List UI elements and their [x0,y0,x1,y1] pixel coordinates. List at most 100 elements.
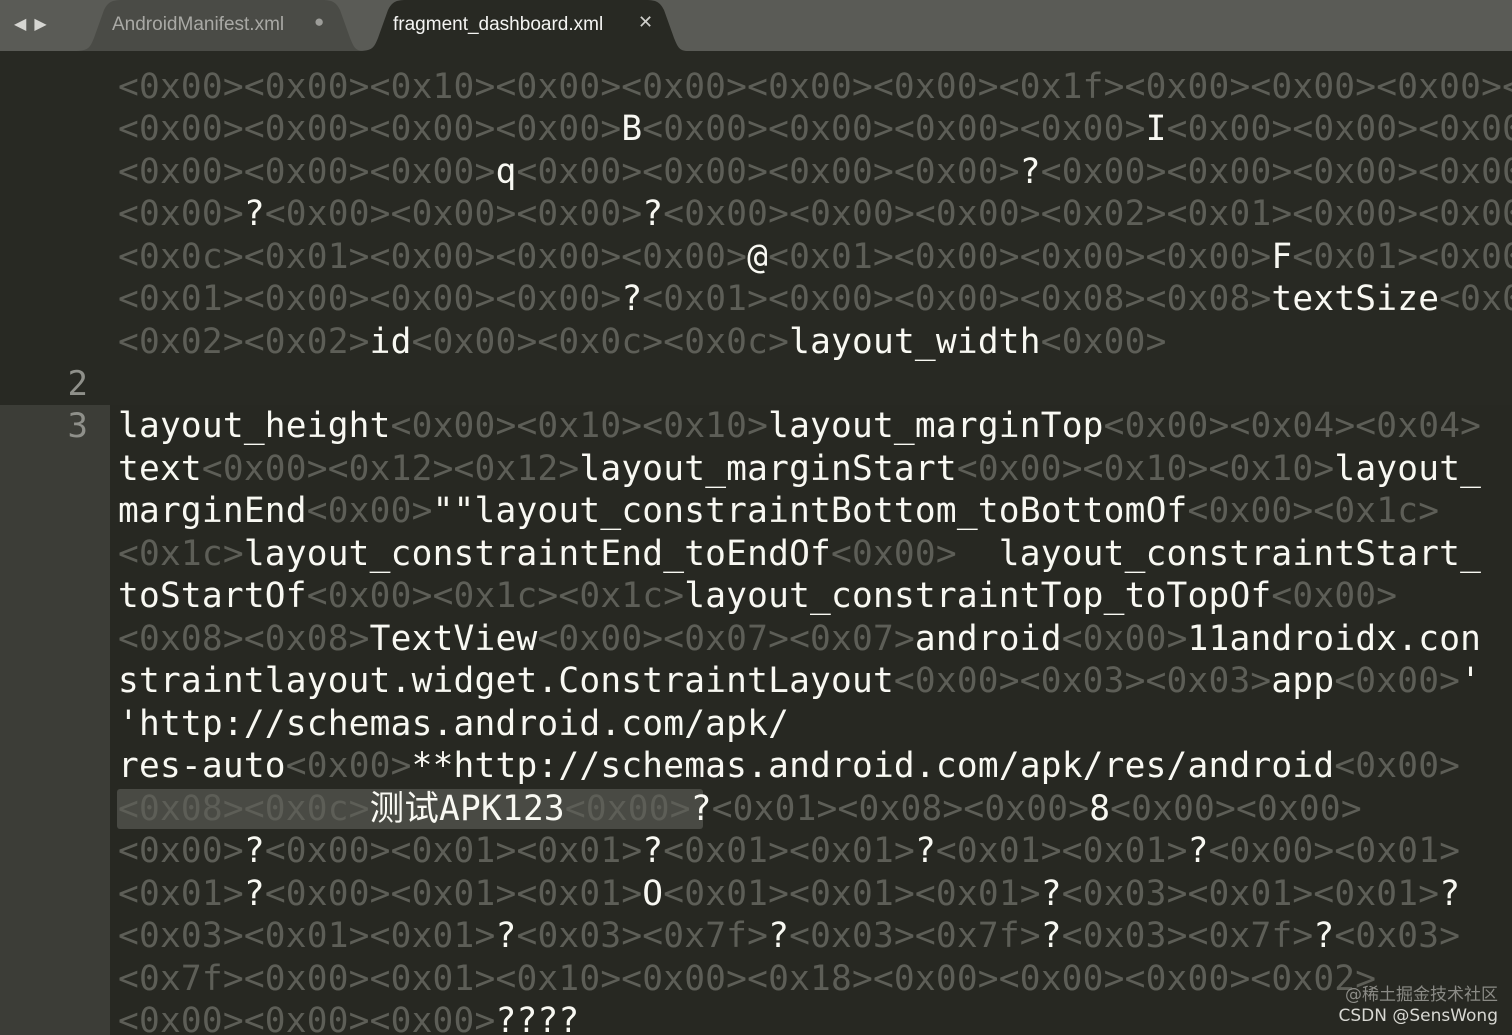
code-token: ? [768,916,790,956]
control-char: <0x00> [306,491,433,531]
control-char: <0x00> [564,789,691,829]
control-char: <0x01><0x01> [935,831,1188,871]
control-char: <0x02><0x02> [118,322,370,362]
code-token: layout_ [1334,449,1482,489]
code-token: layout_width [789,322,1041,362]
code-line: layout_height<0x00><0x10><0x10>layout_ma… [118,405,1481,447]
code-token: ? [243,194,265,234]
control-char: <0x00><0x01><0x01> [264,831,643,871]
watermark: @稀土掘金技术社区 CSDN @SensWong [1338,985,1498,1027]
code-token: toStartOf [118,576,307,616]
code-token: ???? [495,1001,580,1035]
control-char: <0x01> [118,874,244,914]
watermark-juejin: @稀土掘金技术社区 [1345,985,1498,1005]
clipped-line-fragment [118,30,1418,51]
control-char: <0x00><0x00><0x00><0x00> [1040,152,1512,192]
control-char: <0x00> [1271,576,1398,616]
control-char: <0x00><0x12><0x12> [201,449,580,489]
code-line: <0x1c>layout_constraintEnd_toEndOf<0x00>… [118,533,1481,575]
control-char: <0x00><0x07><0x07> [537,619,915,659]
code-token: ? [642,831,664,871]
control-char: <0x01><0x00><0x00><0x08><0x08> [642,279,1272,319]
code-token: 8 [1089,789,1111,829]
control-char: <0x08><0x08> [118,619,370,659]
code-token: ? [621,279,643,319]
control-char: <0x03><0x01><0x01> [1061,874,1440,914]
code-token: ? [1313,916,1335,956]
control-char: <0x00> [1334,661,1461,701]
control-char: <0x03><0x7f> [516,916,769,956]
control-char: <0x00><0x00> [1110,789,1362,829]
code-token: textSize [1271,279,1440,319]
code-line: <0x08><0x0c>测试APK123<0x00>?<0x01><0x08><… [118,788,1362,830]
code-token: 11androidx.con [1187,619,1482,659]
unsaved-dot-icon[interactable]: ● [314,12,324,32]
control-char: <0x00><0x00><0x00> [118,1001,496,1035]
control-char: <0x00><0x00><0x00><0x00> [642,109,1146,149]
arrow-right-icon[interactable]: ▶ [34,14,46,33]
code-token: I [1145,109,1167,149]
control-char: <0x00><0x00><0x00><0x00> [118,109,622,149]
control-char: <0x00><0x00><0x00> [118,152,496,192]
control-char: <0x03><0x7f> [789,916,1041,956]
control-char: <0x00><0x10><0x10> [956,449,1335,489]
code-token: ? [243,874,265,914]
code-line: <0x00><0x00><0x00><0x00>B<0x00><0x00><0x… [118,108,1512,150]
code-token: ? [1019,152,1041,192]
control-char: <0x00><0x03><0x03> [893,661,1272,701]
control-char: <0x00> [1040,322,1167,362]
code-token: ? [1187,831,1209,871]
control-char: <0x00> [1439,279,1512,319]
control-char: <0x00><0x00><0x00><0x00> [1166,109,1512,149]
code-token: ? [1439,874,1461,914]
control-char: <0x01><0x00><0x00><0x00> [768,237,1272,277]
code-line: <0x00><0x00><0x10><0x00><0x00><0x00><0x0… [118,66,1512,108]
control-char: <0x08><0x0c> [118,789,370,829]
code-line: marginEnd<0x00>""layout_constraintBottom… [118,490,1439,532]
code-line: <0x01><0x00><0x00><0x00>?<0x01><0x00><0x… [118,278,1512,320]
control-char: <0x1c> [118,534,244,574]
code-token: 测试APK123 [369,789,565,829]
control-char: <0x00><0x1c> [1187,491,1440,531]
control-char: <0x7f><0x00><0x01><0x10><0x00><0x18><0x0… [118,959,1377,999]
code-token: layout_constraintTop_toTopOf [684,576,1272,616]
control-char: <0x00> [118,194,244,234]
control-char: <0x01><0x08><0x00> [711,789,1090,829]
arrow-left-icon[interactable]: ◀ [14,14,26,33]
code-token: ""layout_constraintBottom_toBottomOf [432,491,1188,531]
control-char: <0x0c><0x01><0x00><0x00><0x00> [118,237,748,277]
control-char: <0x00><0x01> [1208,831,1461,871]
code-line: text<0x00><0x12><0x12>layout_marginStart… [118,448,1481,490]
control-char: <0x00> [1061,619,1188,659]
control-char: <0x00> [831,534,957,574]
code-token: @ [747,237,769,277]
control-char: <0x03><0x01><0x01> [118,916,496,956]
control-char: <0x00><0x00><0x00> [264,194,643,234]
code-line: <0x00>?<0x00><0x01><0x01>?<0x01><0x01>?<… [118,830,1460,872]
code-token: straintlayout.widget.ConstraintLayout [118,661,894,701]
control-char: <0x01><0x00><0x00><0x00> [118,279,622,319]
control-char: <0x00><0x01><0x01> [264,874,643,914]
code-line: 'http://schemas.android.com/apk/ [118,703,789,745]
code-token: marginEnd [118,491,307,531]
code-line: <0x00><0x00><0x00>q<0x00><0x00><0x00><0x… [118,151,1512,193]
code-token: ' [1460,661,1482,701]
code-token: TextView [369,619,538,659]
code-line: <0x08><0x08>TextView<0x00><0x07><0x07>an… [118,618,1481,660]
code-token: res-auto [118,746,286,786]
active-line-gutter [0,405,110,1035]
control-char: <0x01><0x00><0x00><0x00> [1292,237,1512,277]
code-token: ? [690,789,712,829]
code-token: layout_constraintStart_ [956,534,1482,574]
control-char: <0x00> [285,746,412,786]
control-char: <0x00><0x00><0x10><0x00><0x00><0x00><0x0… [118,67,1512,107]
code-token: ? [1040,874,1062,914]
code-line: res-auto<0x00>**http://schemas.android.c… [118,745,1460,787]
control-char: <0x00><0x00><0x00><0x00> [516,152,1020,192]
control-char: <0x00><0x04><0x04> [1103,406,1482,446]
code-token: ? [1040,916,1062,956]
code-editor[interactable]: 2 3 <0x00><0x00><0x10><0x00><0x00><0x00>… [0,51,1512,1035]
control-char: <0x00><0x0c><0x0c> [411,322,790,362]
code-line: <0x7f><0x00><0x01><0x10><0x00><0x18><0x0… [118,958,1376,1000]
code-token: layout_marginStart [579,449,957,489]
